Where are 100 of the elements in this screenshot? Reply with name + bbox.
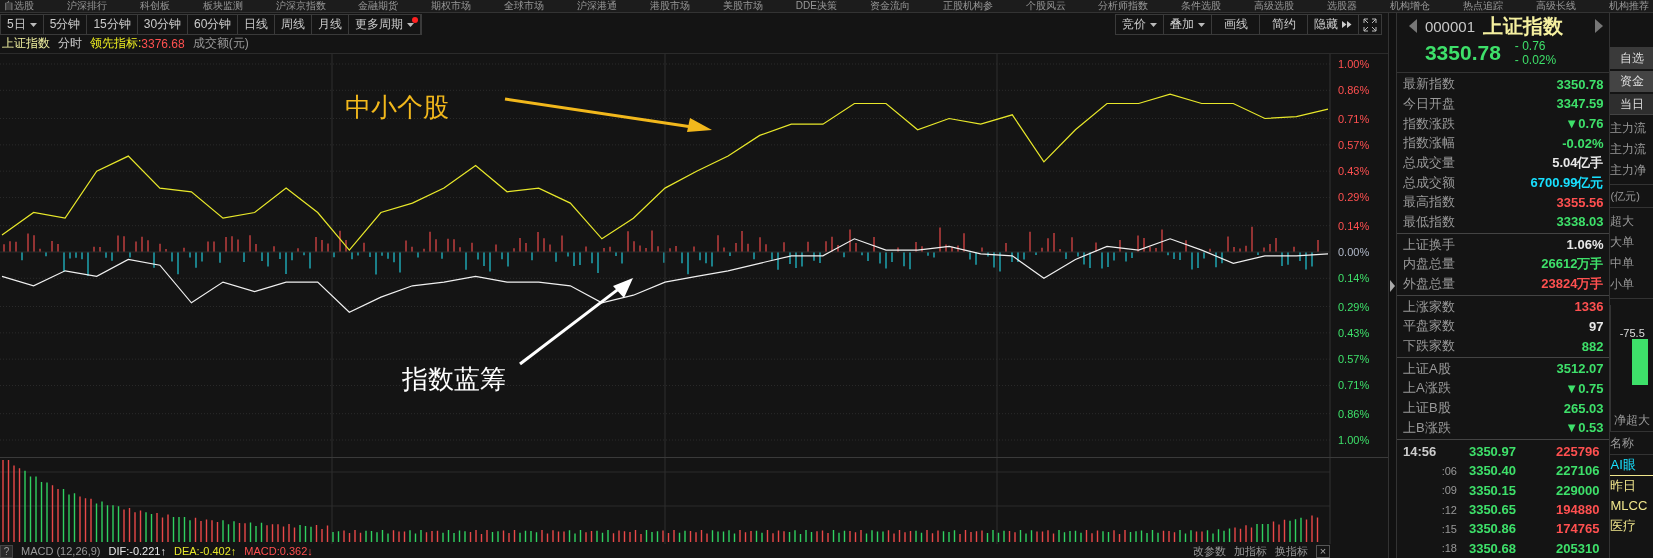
axis-tick-label: 0.00% (1338, 246, 1370, 258)
right-arrow-icon[interactable] (1595, 19, 1604, 33)
side-tab[interactable]: 资金 (1610, 71, 1653, 92)
menu-item[interactable]: 热点追踪 (1462, 0, 1503, 12)
close-button[interactable]: × (1316, 544, 1330, 558)
stat-value: 1336 (1574, 299, 1604, 315)
left-arrow-icon[interactable] (1408, 19, 1417, 33)
axis-tick-label: 0.14% (1338, 219, 1370, 232)
menu-item[interactable]: 分析师指数 (1098, 0, 1149, 12)
menu-item[interactable]: 机构推荐 (1608, 0, 1649, 12)
menu-item[interactable]: 全球市场 (504, 0, 545, 12)
indicator-reading: MACD:0.362↓ (244, 545, 313, 557)
watchlist-button[interactable]: 自选 (1610, 47, 1653, 69)
menu-item[interactable]: 沪深港通 (577, 0, 618, 12)
chart-mode: 分时 (58, 35, 82, 52)
menu-item[interactable]: 条件选股 (1181, 0, 1222, 12)
menu-item[interactable]: 港股市场 (650, 0, 690, 12)
tick-volume: 174765 (1556, 521, 1600, 537)
tick-time: :15 (1440, 522, 1458, 535)
column-header: 名称 (1610, 432, 1653, 455)
stat-label: 最新指数 (1402, 75, 1455, 94)
double-arrow-icon (1342, 21, 1352, 28)
menu-item[interactable]: 金融期货 (358, 0, 399, 12)
stock-code: 000001 (1424, 17, 1475, 35)
indicator-value: 3376.68 (141, 36, 185, 51)
indicator-label: 领先指标: (90, 35, 142, 52)
notification-dot (412, 17, 419, 23)
arrow-icon (504, 97, 712, 132)
sector-item[interactable]: 昨日 (1610, 476, 1653, 496)
stat-label: 上B涨跌 (1402, 418, 1451, 437)
caret-icon (1198, 22, 1205, 27)
help-button[interactable]: ? (0, 544, 13, 558)
indicator-action-link[interactable]: 改参数 (1193, 543, 1226, 558)
tick-volume: 229000 (1556, 482, 1600, 498)
menu-item[interactable]: 板块监测 (202, 0, 243, 12)
price-change: - 0.76 (1514, 39, 1547, 53)
stat-value: -0.02% (1562, 135, 1604, 151)
axis-tick-label: 0.57% (1338, 353, 1370, 366)
axis-tick-label: 1.00% (1338, 434, 1370, 446)
stat-label: 上涨家数 (1402, 297, 1455, 316)
stat-label: 上证A股 (1402, 359, 1451, 378)
menu-item[interactable]: 正股机构参 (942, 0, 993, 12)
flow-value: -75.5 (1619, 327, 1645, 339)
menu-item[interactable]: 沪深京指数 (275, 0, 326, 12)
collapse-handle-icon[interactable] (1389, 279, 1395, 292)
tick-time: :18 (1440, 542, 1458, 555)
stat-label: 上A涨跌 (1402, 379, 1451, 398)
menu-item[interactable]: 高级长线 (1535, 0, 1576, 12)
caret-icon (407, 22, 415, 27)
axis-tick-label: 0.71% (1338, 112, 1370, 125)
sector-item[interactable]: 医疗 (1610, 516, 1653, 536)
sector-item[interactable]: AI眼 (1610, 455, 1653, 476)
tick-price: 3350.86 (1468, 521, 1517, 537)
flow-label: 主力净 (1610, 162, 1648, 179)
sector-item[interactable]: MLCC (1610, 496, 1653, 516)
tick-time: :09 (1440, 484, 1458, 497)
stat-value: 5.04亿手 (1552, 153, 1604, 172)
stat-value: 265.03 (1563, 400, 1604, 416)
menu-item[interactable]: 自选股 (4, 0, 34, 12)
last-price: 3350.78 (1424, 41, 1501, 65)
indicator-name: MACD (12,26,9) (21, 545, 101, 557)
volume-label: 成交额(元) (192, 35, 249, 52)
menu-item[interactable]: 美股市场 (722, 0, 763, 12)
tick-volume: 205310 (1556, 540, 1600, 556)
menu-item[interactable]: 期权市场 (431, 0, 472, 12)
order-size-label: 小单 (1610, 276, 1636, 293)
menu-item[interactable]: 科创板 (139, 0, 170, 12)
flow-label: 主力流 (1610, 120, 1648, 137)
stat-value: 97 (1589, 318, 1604, 334)
stat-value: 3355.56 (1556, 194, 1604, 210)
series-label: 指数蓝筹 (402, 364, 506, 394)
tick-volume: 194880 (1556, 502, 1600, 517)
tick-price: 3350.65 (1468, 502, 1517, 517)
stat-value: ▼0.53 (1565, 420, 1604, 436)
menu-item[interactable]: 机构增仓 (1390, 0, 1431, 12)
menu-item[interactable]: 个股风云 (1025, 0, 1066, 12)
flow-label: 主力流 (1610, 141, 1648, 158)
tick-time: 14:56 (1402, 443, 1438, 459)
stat-value: 23824万手 (1541, 275, 1604, 293)
menu-item[interactable]: 沪深排行 (66, 0, 107, 12)
stock-name: 上证指数 (1483, 13, 1563, 39)
stat-label: 总成交额 (1402, 173, 1455, 192)
tick-price: 3350.15 (1468, 482, 1517, 498)
indicator-reading: DIF:-0.221↑ (108, 545, 166, 557)
menu-item[interactable]: DDE决策 (795, 0, 837, 12)
stat-label: 今日开盘 (1402, 94, 1455, 113)
side-tab[interactable]: 当日 (1610, 94, 1653, 115)
axis-tick-label: 0.29% (1338, 300, 1370, 313)
axis-tick-label: 0.57% (1338, 138, 1370, 151)
tick-time: :12 (1440, 503, 1458, 516)
stat-label: 指数涨幅 (1402, 134, 1455, 153)
menu-item[interactable]: 资金流向 (869, 0, 910, 12)
percent-change: - 0.02% (1514, 53, 1557, 67)
menu-item[interactable]: 选股器 (1327, 0, 1358, 12)
stat-value: 3347.59 (1556, 96, 1604, 112)
indicator-action-link[interactable]: 加指标 (1234, 543, 1267, 558)
axis-tick-label: 0.29% (1338, 191, 1370, 204)
menu-item[interactable]: 高级选股 (1254, 0, 1295, 12)
indicator-action-link[interactable]: 换指标 (1275, 543, 1308, 558)
caret-icon (1150, 22, 1157, 27)
